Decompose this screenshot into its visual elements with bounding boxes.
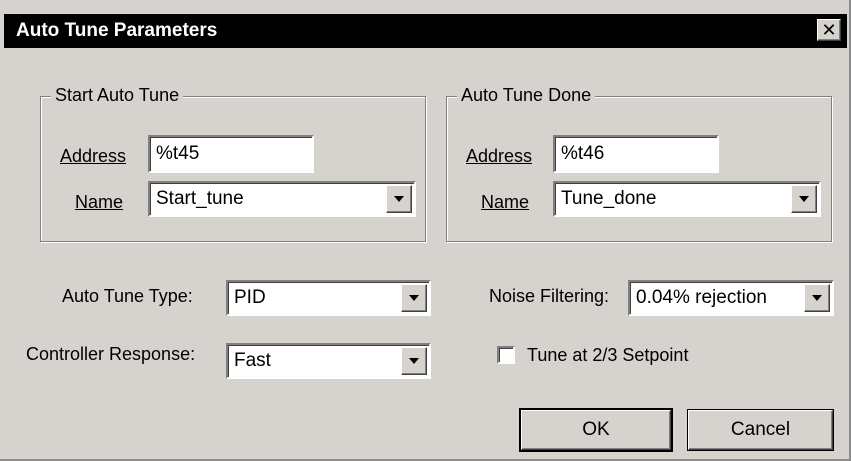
chevron-down-icon[interactable]	[401, 284, 427, 312]
auto-tune-type-value: PID	[234, 287, 266, 308]
controller-response-value: Fast	[234, 350, 271, 371]
cancel-button[interactable]: Cancel	[688, 410, 833, 450]
noise-filtering-value: 0.04% rejection	[636, 287, 767, 308]
done-name-select[interactable]: Tune_done	[553, 181, 821, 217]
auto-tune-type-label: Auto Tune Type:	[62, 286, 193, 306]
noise-filtering-select[interactable]: 0.04% rejection	[628, 280, 834, 316]
auto-tune-done-legend: Auto Tune Done	[457, 85, 596, 106]
start-name-select[interactable]: Start_tune	[148, 181, 416, 217]
done-name-value: Tune_done	[561, 188, 657, 209]
noise-filtering-label: Noise Filtering:	[489, 286, 610, 306]
done-name-label: Name	[481, 192, 530, 212]
close-icon: ✕	[821, 20, 837, 40]
close-button[interactable]: ✕	[817, 19, 841, 41]
start-address-input[interactable]: %t45	[148, 135, 314, 173]
tune-setpoint-checkbox[interactable]	[497, 346, 515, 364]
start-name-label: Name	[75, 192, 124, 212]
chevron-down-icon[interactable]	[386, 185, 412, 213]
start-auto-tune-legend: Start Auto Tune	[51, 85, 184, 106]
chevron-down-icon[interactable]	[804, 284, 830, 312]
auto-tune-type-select[interactable]: PID	[226, 280, 431, 316]
controller-response-select[interactable]: Fast	[226, 343, 431, 379]
done-address-label: Address	[466, 146, 533, 166]
start-address-label: Address	[60, 146, 127, 166]
tune-setpoint-label[interactable]: Tune at 2/3 Setpoint	[527, 345, 688, 366]
window-title: Auto Tune Parameters	[16, 20, 218, 41]
chevron-down-icon[interactable]	[791, 185, 817, 213]
auto-tune-dialog: Auto Tune Parameters ✕ Start Auto Tune A…	[0, 0, 851, 461]
chevron-down-icon[interactable]	[401, 347, 427, 375]
start-name-value: Start_tune	[156, 188, 244, 209]
title-bar[interactable]: Auto Tune Parameters ✕	[4, 14, 847, 48]
done-address-input[interactable]: %t46	[553, 135, 719, 173]
ok-button[interactable]: OK	[521, 410, 671, 450]
controller-response-label: Controller Response:	[26, 344, 196, 364]
